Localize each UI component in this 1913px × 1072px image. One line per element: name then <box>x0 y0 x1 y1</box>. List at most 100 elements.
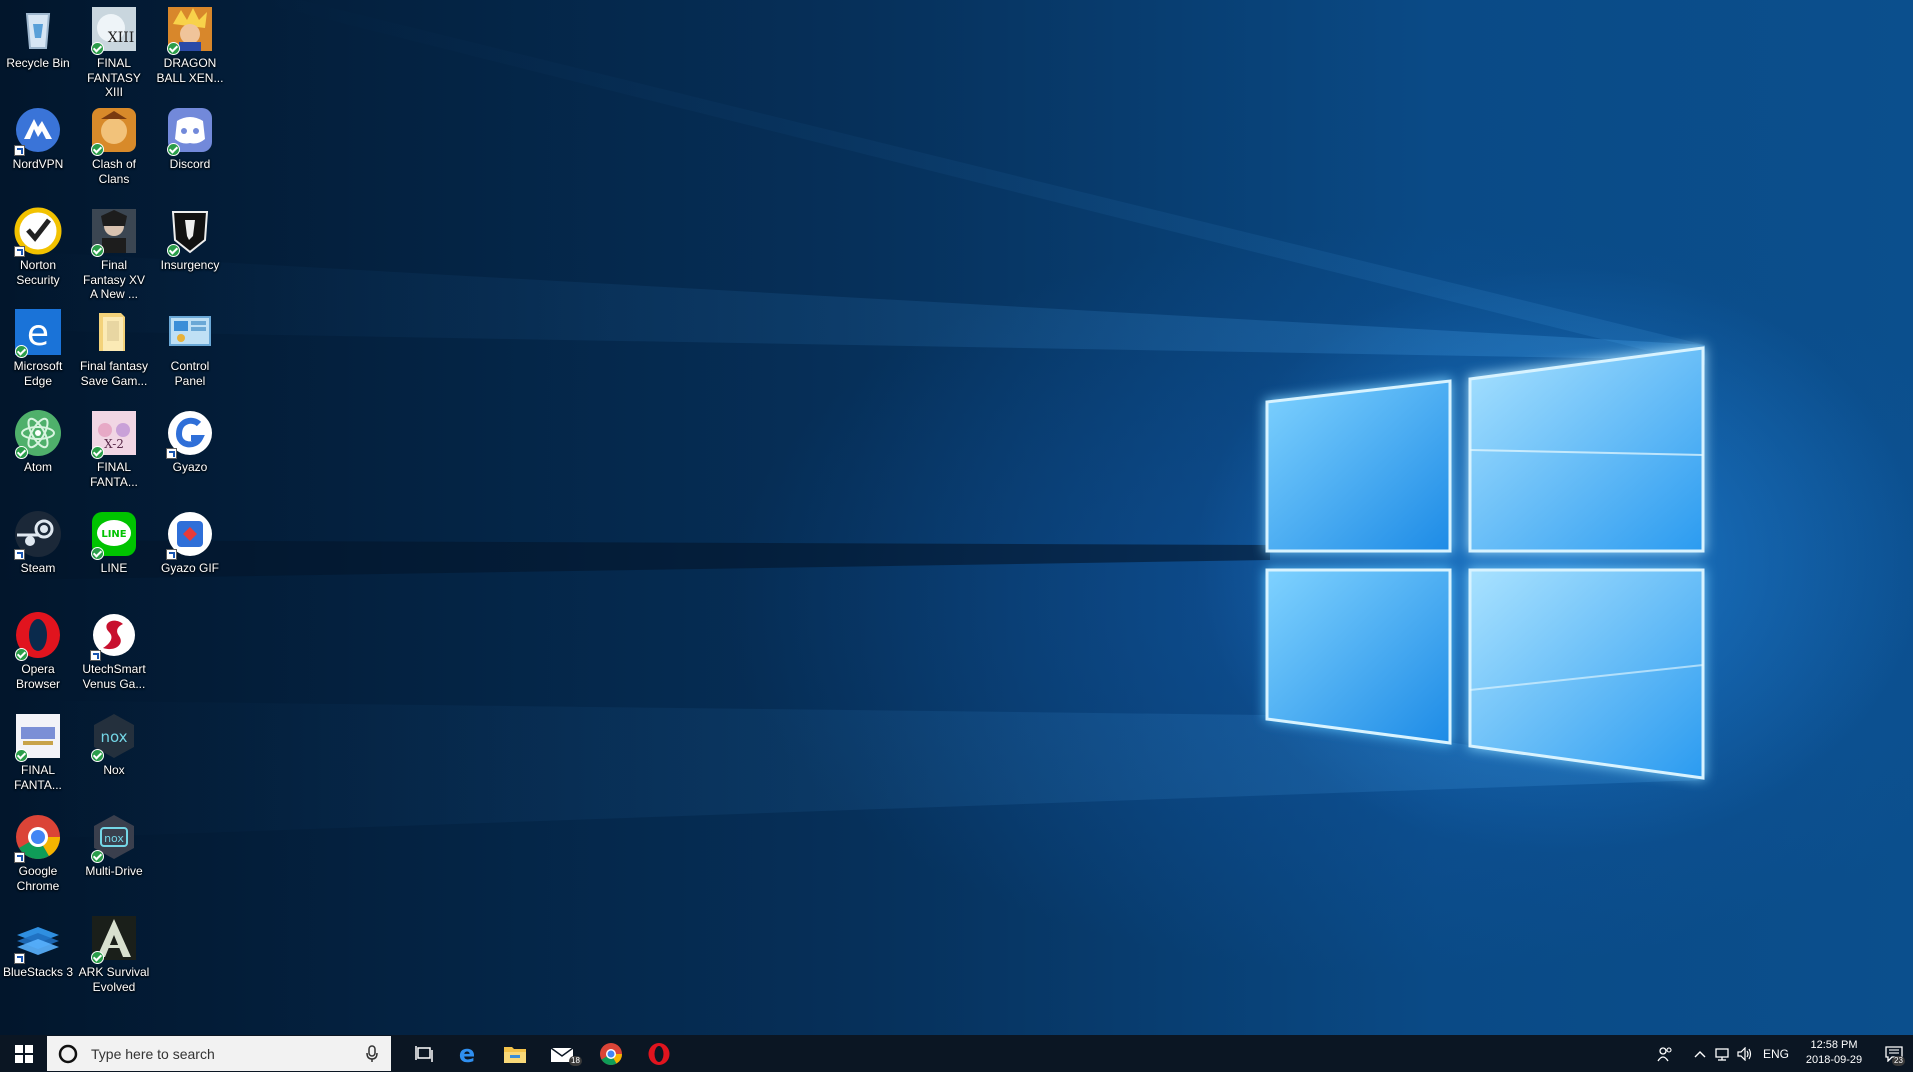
sync-check-icon <box>91 547 104 560</box>
desktop-icon-insurgency[interactable]: Insurgency <box>152 202 228 300</box>
recycle-bin-icon <box>13 4 63 54</box>
desktop-icon-label: LINE <box>100 561 128 575</box>
desktop-icon-ark-survival[interactable]: ARK Survival Evolved <box>76 909 152 1007</box>
multi-drive-icon: nox <box>89 812 139 863</box>
desktop-icon-final-fantasy-xiii[interactable]: XIII FINAL FANTASY XIII <box>76 0 152 99</box>
desktop-icon-label: ARK Survival Evolved <box>78 965 150 994</box>
ark-icon <box>89 913 139 964</box>
sync-check-icon <box>167 143 180 156</box>
edge-icon: e <box>13 307 63 358</box>
desktop-icon-label: Discord <box>169 157 211 171</box>
people-icon <box>1657 1046 1672 1061</box>
volume-button[interactable] <box>1734 1035 1756 1072</box>
desktop-icon-label: Control Panel <box>170 359 210 388</box>
sync-check-icon <box>15 749 28 762</box>
start-button[interactable] <box>0 1035 47 1072</box>
desktop-icon-bluestacks[interactable]: BlueStacks 3 <box>0 909 76 1007</box>
desktop-icon-label: BlueStacks 3 <box>2 965 74 979</box>
desktop-icon-label: Recycle Bin <box>6 56 70 70</box>
desktop-icon-label: NordVPN <box>12 157 64 171</box>
taskbar-opera[interactable] <box>635 1035 683 1072</box>
folder-icon <box>89 307 139 357</box>
desktop-icon-label: DRAGON BALL XEN... <box>156 56 224 85</box>
sync-check-icon <box>167 42 180 55</box>
desktop-icon-opera-browser[interactable]: Opera Browser <box>0 606 76 704</box>
chrome-icon <box>600 1042 622 1065</box>
taskbar: Type here to search e 18 ENG 12:58 PM 20… <box>0 1035 1913 1072</box>
sync-check-icon <box>91 850 104 863</box>
steam-icon <box>13 509 63 560</box>
sync-check-icon <box>15 345 28 358</box>
desktop-icon-microsoft-edge[interactable]: e Microsoft Edge <box>0 303 76 401</box>
input-language-button[interactable]: ENG <box>1758 1035 1794 1072</box>
desktop-icon-control-panel[interactable]: Control Panel <box>152 303 228 401</box>
action-center-button[interactable]: 23 <box>1874 1035 1913 1072</box>
bluestacks-icon <box>13 913 63 964</box>
desktop-icon-dragon-ball[interactable]: DRAGON BALL XEN... <box>152 0 228 98</box>
desktop-icon-label: Final fantasy Save Gam... <box>79 359 149 388</box>
search-box[interactable]: Type here to search <box>47 1036 391 1071</box>
desktop-icon-final-fantasy-save[interactable]: Final fantasy Save Gam... <box>76 303 152 401</box>
desktop-icon-label: Opera Browser <box>15 662 60 691</box>
svg-text:e: e <box>459 1042 475 1066</box>
taskbar-chrome[interactable] <box>587 1035 635 1072</box>
taskbar-mail[interactable]: 18 <box>539 1035 587 1072</box>
desktop-icon-label: Google Chrome <box>16 864 60 893</box>
nox-icon: nox <box>89 711 139 762</box>
desktop-icon-label: Nox <box>103 763 125 777</box>
shortcut-arrow-icon <box>14 549 25 560</box>
desktop-icon-norton-security[interactable]: Norton Security <box>0 202 76 300</box>
clock[interactable]: 12:58 PM 2018-09-29 <box>1794 1038 1874 1068</box>
sync-check-icon <box>167 244 180 257</box>
people-button[interactable] <box>1650 1035 1680 1072</box>
desktop-icon-line[interactable]: LINE LINE <box>76 505 152 603</box>
control-panel-icon <box>165 307 215 357</box>
shortcut-arrow-icon <box>166 549 177 560</box>
show-hidden-icons-button[interactable] <box>1690 1035 1710 1072</box>
desktop-icon-final-fantasy[interactable]: FINAL FANTA... <box>0 707 76 805</box>
taskbar-edge[interactable]: e <box>443 1035 491 1072</box>
desktop-icon-clash-of-clans[interactable]: Clash of Clans <box>76 101 152 199</box>
svg-text:X-2: X-2 <box>104 437 124 451</box>
desktop-icon-multi-drive[interactable]: nox Multi-Drive <box>76 808 152 906</box>
desktop-icon-nordvpn[interactable]: NordVPN <box>0 101 76 199</box>
final-fantasy-icon <box>13 711 63 762</box>
desktop-icon-google-chrome[interactable]: Google Chrome <box>0 808 76 906</box>
sync-check-icon <box>91 749 104 762</box>
chrome-icon <box>13 812 63 863</box>
shortcut-arrow-icon <box>14 145 25 156</box>
desktop-icon-discord[interactable]: Discord <box>152 101 228 199</box>
desktop-icon-gyazo-gif[interactable]: Gyazo GIF <box>152 505 228 603</box>
task-view-button[interactable] <box>401 1035 449 1072</box>
desktop-icon-nox[interactable]: nox Nox <box>76 707 152 805</box>
line-icon: LINE <box>89 509 139 560</box>
chevron-up-icon <box>1694 1050 1706 1057</box>
desktop-icon-final-fanta-x2[interactable]: X-2 FINAL FANTA... <box>76 404 152 502</box>
notification-count-badge: 23 <box>1892 1056 1905 1066</box>
taskbar-file-explorer[interactable] <box>491 1035 539 1072</box>
nordvpn-icon <box>13 105 63 156</box>
desktop-icon-steam[interactable]: Steam <box>0 505 76 603</box>
clock-time: 12:58 PM <box>1810 1039 1858 1051</box>
sync-check-icon <box>91 446 104 459</box>
desktop-icon-label: Gyazo <box>172 460 208 474</box>
desktop-icon-recycle-bin[interactable]: Recycle Bin <box>0 0 76 98</box>
desktop-icon-label: Multi-Drive <box>85 864 143 878</box>
desktop-icon-atom[interactable]: Atom <box>0 404 76 502</box>
desktop[interactable]: Recycle Bin NordVPN Norton Security e Mi… <box>0 0 1913 1035</box>
sync-check-icon <box>91 951 104 964</box>
desktop-icon-gyazo[interactable]: Gyazo <box>152 404 228 502</box>
desktop-icon-label: Atom <box>23 460 52 474</box>
microphone-icon[interactable] <box>365 1045 379 1063</box>
sync-check-icon <box>91 244 104 257</box>
atom-icon <box>13 408 63 459</box>
desktop-icon-label: FINAL FANTA... <box>90 460 138 489</box>
network-button[interactable] <box>1712 1035 1734 1072</box>
sync-check-icon <box>15 446 28 459</box>
desktop-icon-utechsmart[interactable]: UtechSmart Venus Ga... <box>76 606 152 704</box>
desktop-icon-final-fantasy-xv[interactable]: Final Fantasy XV A New ... <box>76 202 152 301</box>
svg-text:XIII: XIII <box>108 30 135 46</box>
final-fantasy-xv-icon <box>89 206 139 257</box>
network-icon <box>1715 1047 1729 1061</box>
shortcut-arrow-icon <box>90 650 101 661</box>
